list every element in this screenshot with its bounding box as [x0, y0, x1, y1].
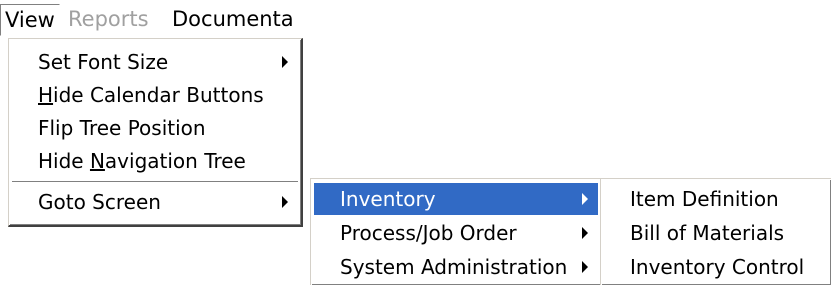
menu-item-label: Flip Tree Position	[38, 116, 206, 140]
menu-item-inventory[interactable]: Inventory	[314, 183, 598, 215]
menu-item-flip-tree-position[interactable]: Flip Tree Position	[12, 112, 298, 144]
menu-item-label: Inventory Control	[630, 255, 805, 279]
menu-item-set-font-size[interactable]: Set Font Size	[12, 46, 298, 78]
menu-item-label: Bill of Materials	[630, 221, 785, 245]
menu-separator	[12, 181, 298, 183]
menu-item-label: Process/Job Order	[340, 221, 517, 245]
chevron-right-icon	[282, 196, 288, 208]
menu-view[interactable]: View	[0, 4, 60, 36]
menu-item-goto-screen[interactable]: Goto Screen	[12, 186, 298, 218]
menu-item-label: Goto Screen	[38, 190, 161, 214]
menu-item-process-job-order[interactable]: Process/Job Order	[314, 217, 598, 249]
chevron-right-icon	[582, 261, 588, 273]
menu-item-label: ide Calendar Buttons	[53, 83, 264, 107]
mnemonic-letter: H	[38, 83, 54, 107]
menu-item-label: Set Font Size	[38, 50, 169, 74]
menu-item-label: Inventory	[340, 187, 436, 211]
menu-item-hide-calendar-buttons[interactable]: Hide Calendar Buttons	[12, 79, 298, 111]
application-window: View Reports Documenta Set Font Size Hid…	[0, 0, 831, 285]
menu-item-label: Hide	[38, 149, 90, 173]
menu-item-label: avigation Tree	[104, 149, 246, 173]
menu-item-inventory-control[interactable]: Inventory Control	[604, 251, 828, 283]
menu-item-bill-of-materials[interactable]: Bill of Materials	[604, 217, 828, 249]
inventory-submenu: Item Definition Bill of Materials Invent…	[600, 178, 831, 285]
view-dropdown-menu: Set Font Size Hide Calendar Buttons Flip…	[8, 38, 303, 227]
menu-item-system-administration[interactable]: System Administration	[314, 251, 598, 283]
menu-reports[interactable]: Reports	[64, 4, 153, 36]
menu-item-label: System Administration	[340, 255, 568, 279]
menu-item-item-definition[interactable]: Item Definition	[604, 183, 828, 215]
mnemonic-letter: N	[89, 149, 105, 173]
chevron-right-icon	[582, 227, 588, 239]
menu-item-label: Item Definition	[630, 187, 779, 211]
menu-item-hide-navigation-tree[interactable]: Hide Navigation Tree	[12, 145, 298, 177]
goto-screen-submenu: Inventory Process/Job Order System Admin…	[310, 178, 603, 285]
chevron-right-icon	[582, 193, 588, 205]
menu-bar: View Reports Documenta	[0, 0, 294, 38]
menu-documentation[interactable]: Documenta	[168, 4, 298, 36]
chevron-right-icon	[282, 56, 288, 68]
